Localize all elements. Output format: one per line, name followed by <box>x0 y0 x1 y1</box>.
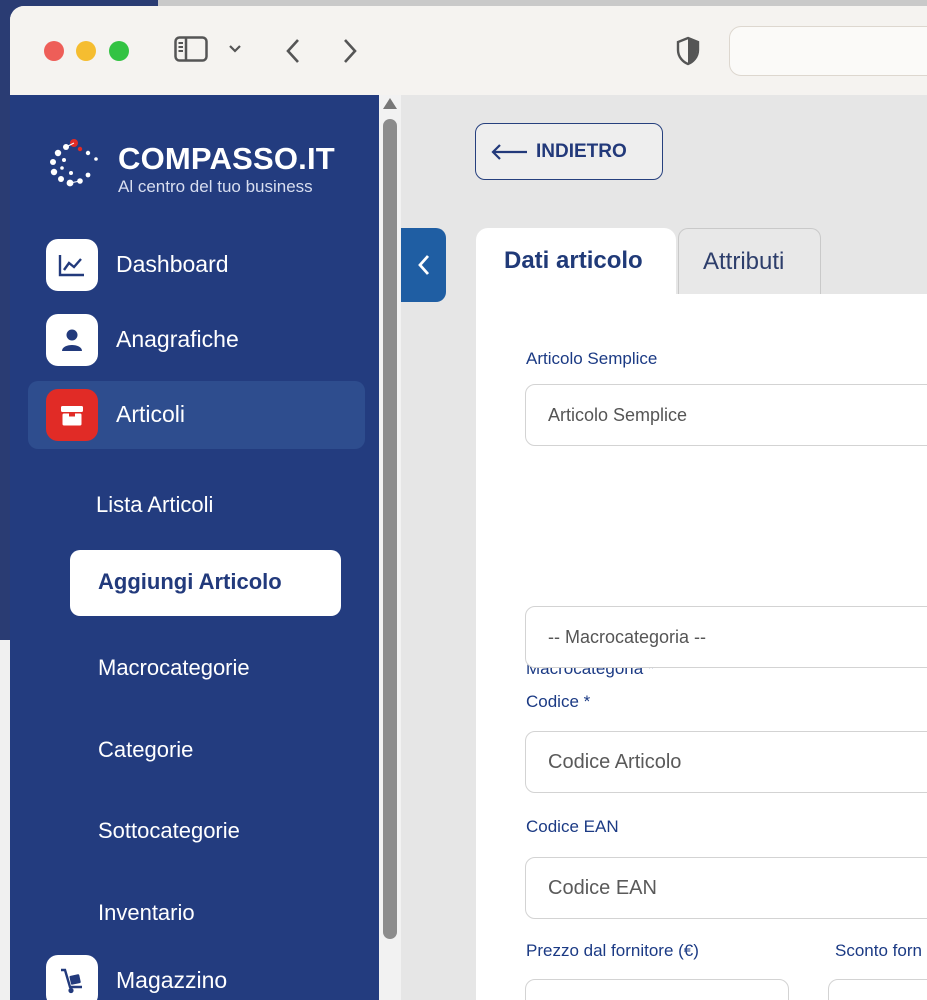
tab-attributi[interactable]: Attributi <box>678 228 821 296</box>
brand-tagline: Al centro del tuo business <box>118 177 313 196</box>
address-bar[interactable] <box>729 26 927 76</box>
submenu-item-aggiungi-articolo[interactable]: Aggiungi Articolo <box>70 550 341 616</box>
prezzo-fornitore-input[interactable] <box>525 979 789 1000</box>
tipo-articolo-label: Articolo Semplice <box>526 349 658 368</box>
tab-dati-articolo[interactable]: Dati articolo <box>476 228 676 296</box>
minimize-window-button[interactable] <box>76 41 96 61</box>
sidebar-item-label: Anagrafiche <box>116 326 239 352</box>
sidebar-item-articoli[interactable]: Articoli <box>28 381 365 449</box>
compasso-logo-icon <box>50 139 98 187</box>
codice-label: Codice * <box>526 692 591 711</box>
browser-toolbar <box>10 6 927 95</box>
box-icon <box>46 389 98 441</box>
sidebar-item-label: Dashboard <box>116 251 229 277</box>
arrow-left-icon <box>491 143 527 160</box>
back-arrow-icon[interactable] <box>283 36 303 66</box>
collapse-sidebar-button[interactable] <box>401 228 446 302</box>
submenu-item-categorie[interactable]: Categorie <box>98 737 193 763</box>
chart-line-icon <box>46 239 98 291</box>
sconto-fornitore-input[interactable] <box>828 979 927 1000</box>
sidebar: COMPASSO.IT Al centro del tuo business D… <box>10 95 379 1000</box>
codice-ean-label: Codice EAN <box>526 817 619 836</box>
sidebar-item-label: Magazzino <box>116 967 228 993</box>
sidebar-item-label: Articoli <box>116 401 186 427</box>
submenu-item-macrocategorie[interactable]: Macrocategorie <box>98 655 250 681</box>
hand-truck-icon <box>46 955 98 1000</box>
submenu-item-sottocategorie[interactable]: Sottocategorie <box>98 818 240 844</box>
shield-icon[interactable] <box>675 36 701 66</box>
prezzo-fornitore-label: Prezzo dal fornitore (€) <box>526 941 699 960</box>
brand-name: COMPASSO.IT <box>118 141 335 176</box>
browser-window: COMPASSO.IT Al centro del tuo business D… <box>10 6 927 1000</box>
zoom-window-button[interactable] <box>109 41 129 61</box>
chevron-left-icon <box>417 255 429 275</box>
tipo-articolo-select[interactable] <box>525 384 927 446</box>
chevron-down-icon[interactable] <box>228 38 242 60</box>
form-panel: Articolo Semplice Macrocategoria * Codic… <box>476 294 927 1000</box>
back-button-label: INDIETRO <box>536 140 627 162</box>
user-icon <box>46 314 98 366</box>
codice-articolo-input[interactable] <box>525 731 927 793</box>
macrocategoria-select[interactable] <box>525 606 927 668</box>
sidebar-scrollbar[interactable] <box>379 95 401 1000</box>
submenu-item-inventario[interactable]: Inventario <box>98 900 195 926</box>
sidebar-item-dashboard[interactable]: Dashboard <box>28 231 365 299</box>
main-content: INDIETRO Dati articolo Attributi Articol… <box>401 95 927 1000</box>
back-button[interactable]: INDIETRO <box>475 123 663 180</box>
sidebar-toggle-icon[interactable] <box>174 36 208 62</box>
sidebar-item-anagrafiche[interactable]: Anagrafiche <box>28 306 365 374</box>
sconto-fornitore-label: Sconto forn <box>835 941 922 960</box>
scroll-up-arrow-icon[interactable] <box>383 98 397 109</box>
close-window-button[interactable] <box>44 41 64 61</box>
sidebar-item-magazzino[interactable]: Magazzino <box>28 947 365 1000</box>
forward-arrow-icon[interactable] <box>340 36 360 66</box>
submenu-item-lista-articoli[interactable]: Lista Articoli <box>96 492 213 518</box>
codice-ean-input[interactable] <box>525 857 927 919</box>
scrollbar-thumb[interactable] <box>383 119 397 939</box>
